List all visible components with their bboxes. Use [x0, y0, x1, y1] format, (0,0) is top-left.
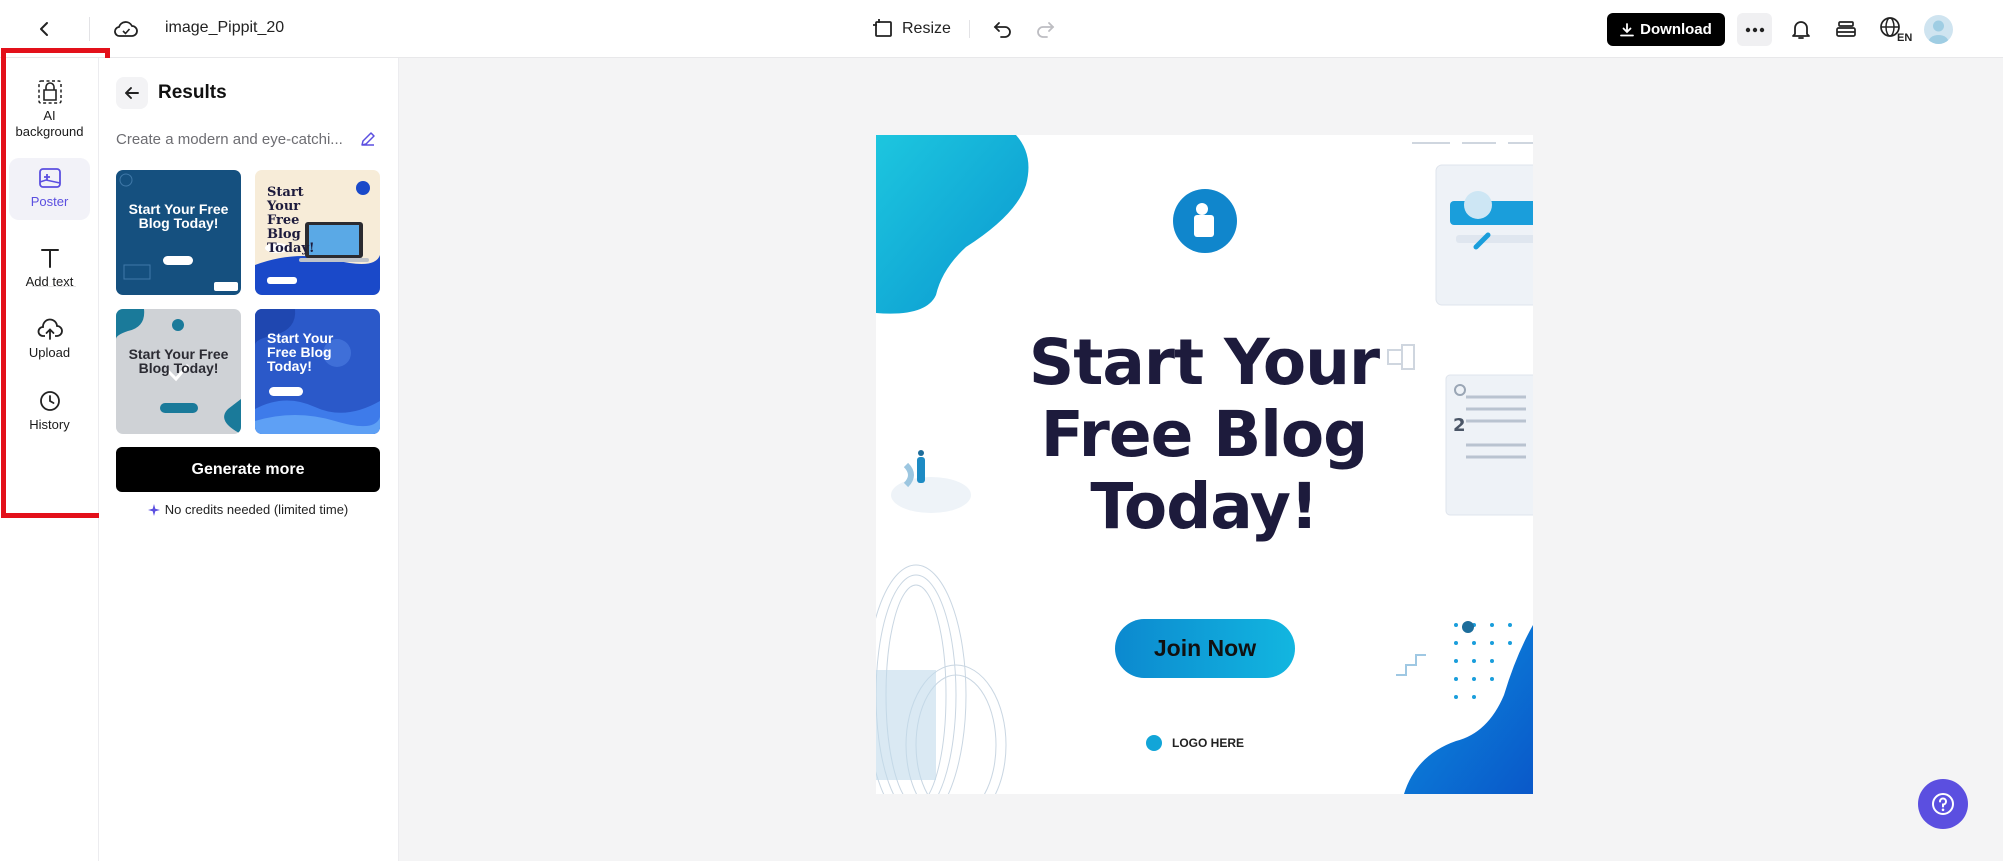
redo-icon — [1037, 22, 1055, 38]
download-button[interactable]: Download — [1607, 13, 1725, 46]
svg-text:2: 2 — [1453, 415, 1466, 436]
credits-note: No credits needed (limited time) — [116, 502, 380, 517]
panel-title: Results — [158, 82, 227, 103]
upload-cloud-icon — [36, 315, 64, 343]
result-thumbnail[interactable]: Start Your Free Blog Today! — [255, 170, 380, 295]
prompt-text[interactable]: Create a modern and eye-catchi... — [116, 131, 351, 148]
undo-icon — [993, 22, 1011, 38]
clock-icon — [36, 387, 64, 415]
rail-item-poster[interactable]: Poster — [9, 158, 90, 220]
thumbnail-button — [163, 256, 193, 265]
thumbnail-title: Start Your Free Blog Today! — [128, 201, 229, 231]
redo-button[interactable] — [1030, 14, 1060, 44]
credits-note-text: No credits needed (limited time) — [164, 502, 349, 517]
globe-icon: EN — [1880, 17, 1912, 42]
arrow-left-icon — [125, 87, 139, 99]
undo-button[interactable] — [988, 14, 1018, 44]
poster-headline-line: Today! — [1090, 470, 1318, 543]
resize-icon — [873, 19, 892, 37]
poster-join-now-button[interactable]: Join Now — [1115, 619, 1295, 678]
more-options-button[interactable] — [1737, 13, 1772, 46]
edit-prompt-button[interactable] — [357, 128, 379, 150]
layers-icon — [1836, 21, 1856, 37]
logo-mark-icon — [1146, 735, 1162, 751]
resize-label: Resize — [902, 20, 951, 37]
ai-background-icon — [36, 78, 64, 106]
result-thumbnail[interactable]: Start Your Free Blog Today! — [116, 309, 241, 434]
poster-logo[interactable]: LOGO HERE — [1146, 735, 1244, 751]
poster-headline-line: Free Blog — [1040, 398, 1368, 471]
download-label: Download — [1640, 21, 1712, 38]
results-panel: Results Create a modern and eye-catchi..… — [99, 58, 399, 861]
rail-item-label: Poster — [30, 194, 69, 209]
toolbar-divider — [89, 17, 90, 41]
avatar[interactable] — [1924, 15, 1953, 44]
poster-artboard[interactable]: 2 Start Your Free Blog Today! Join Now L… — [876, 135, 1533, 794]
cloud-save-button[interactable] — [111, 14, 141, 44]
cloud-save-icon — [114, 21, 138, 37]
download-icon — [1620, 22, 1635, 36]
back-icon — [40, 22, 48, 36]
resize-button[interactable]: Resize — [872, 14, 951, 44]
help-button[interactable] — [1918, 779, 1968, 829]
back-button[interactable] — [30, 14, 60, 44]
thumbnail-button — [269, 387, 303, 396]
editor-canvas: 2 Start Your Free Blog Today! Join Now L… — [399, 58, 2003, 861]
results-back-button[interactable] — [116, 77, 148, 109]
text-icon — [36, 244, 64, 272]
result-thumbnail[interactable]: Start Your Free Blog Today! — [116, 170, 241, 295]
more-icon — [1745, 27, 1764, 32]
rail-item-label: Upload — [28, 345, 71, 360]
file-name[interactable]: image_Pippit_20 — [165, 19, 284, 37]
rail-item-label: AI background — [15, 108, 84, 139]
language-button[interactable]: EN — [1878, 14, 1914, 44]
result-thumbnail[interactable]: Start Your Free Blog Today! — [255, 309, 380, 434]
rail-item-upload[interactable]: Upload — [9, 315, 90, 373]
tool-rail: AI background Poster Add text Upload His… — [0, 58, 99, 861]
rail-item-ai-background[interactable]: AI background — [9, 72, 90, 152]
rail-item-history[interactable]: History — [9, 387, 90, 445]
sparkle-icon — [147, 503, 160, 516]
notifications-button[interactable] — [1786, 14, 1816, 44]
rail-item-label: Add text — [25, 274, 74, 289]
help-icon — [1932, 793, 1954, 815]
poster-headline-line: Start Your — [1028, 326, 1380, 399]
language-code: EN — [1897, 32, 1912, 42]
rail-item-label: History — [29, 417, 70, 432]
top-toolbar: image_Pippit_20 Resize Download EN — [0, 0, 2003, 58]
thumbnail-title: Start Your Free Blog Today! — [128, 346, 229, 376]
thumbnail-title: Start Your Free Blog Today! — [267, 185, 315, 256]
poster-logo-text: LOGO HERE — [1172, 736, 1245, 750]
layers-button[interactable] — [1831, 14, 1861, 44]
poster-icon — [36, 164, 64, 192]
pencil-icon — [361, 132, 375, 146]
thumbnail-title: Start Your Free Blog Today! — [267, 330, 334, 374]
poster-headline[interactable]: Start Your Free Blog Today! — [1026, 327, 1382, 543]
rail-item-add-text[interactable]: Add text — [9, 244, 90, 302]
bell-icon — [1792, 21, 1810, 39]
generate-more-button[interactable]: Generate more — [116, 447, 380, 492]
toolbar-divider — [969, 20, 970, 38]
